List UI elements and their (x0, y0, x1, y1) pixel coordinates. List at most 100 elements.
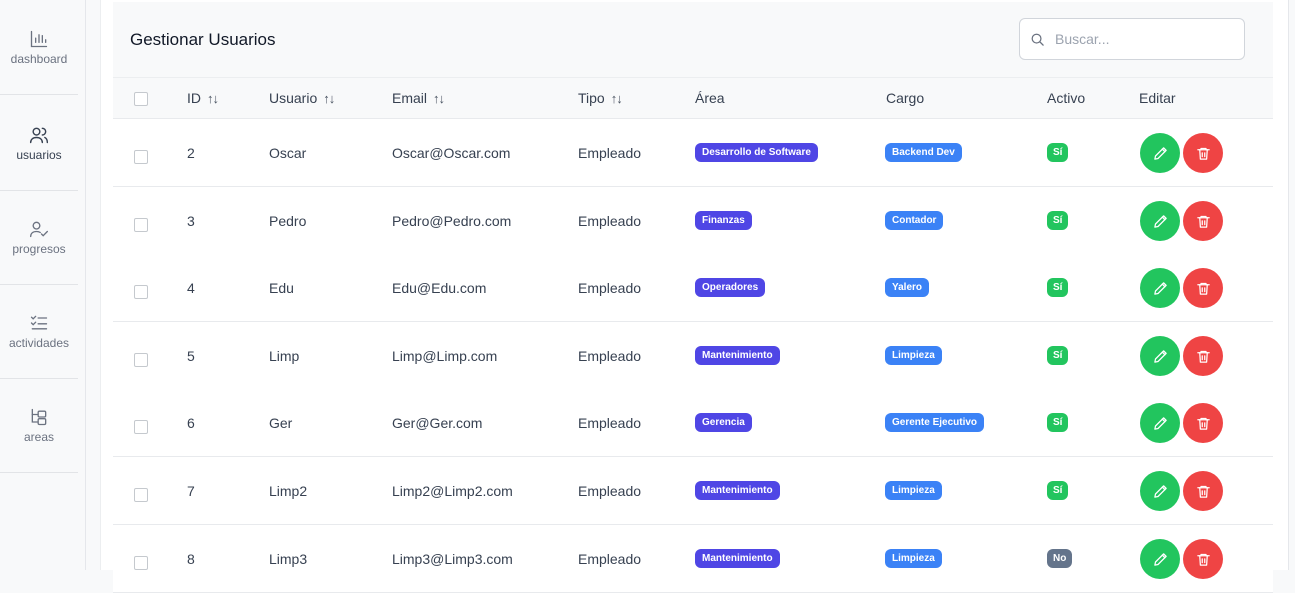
row-checkbox[interactable] (134, 556, 148, 570)
cell-tipo: Empleado (578, 280, 642, 296)
delete-button[interactable] (1183, 403, 1223, 443)
cell-usuario: Ger (269, 415, 293, 431)
cell-email: Edu@Edu.com (392, 280, 487, 296)
status-badge: Sí (1047, 143, 1069, 162)
bar-chart-icon (30, 30, 48, 47)
edit-button[interactable] (1140, 539, 1180, 579)
status-badge: Sí (1047, 278, 1069, 297)
sidebar-item-label: actividades (8, 335, 70, 350)
sidebar-item-usuarios[interactable]: usuarios (0, 96, 78, 191)
cell-email: Limp2@Limp2.com (392, 483, 513, 499)
cell-tipo: Empleado (578, 415, 642, 431)
pencil-icon (1153, 281, 1167, 295)
cell-email: Oscar@Oscar.com (392, 145, 511, 161)
trash-icon (1196, 215, 1210, 228)
delete-button[interactable] (1183, 201, 1223, 241)
cargo-badge: Limpieza (885, 549, 942, 568)
delete-button[interactable] (1183, 471, 1223, 511)
user-check-icon (30, 221, 48, 237)
cell-tipo: Empleado (578, 213, 642, 229)
sidebar-item-label: areas (23, 429, 55, 444)
users-icon (29, 127, 49, 143)
sidebar-item-label: progresos (12, 241, 66, 256)
cell-id: 2 (187, 145, 195, 161)
column-header-usuario[interactable]: Usuario ↑↓ (269, 90, 335, 106)
sidebar-item-label: usuarios (16, 147, 62, 162)
trash-icon (1196, 282, 1210, 295)
sidebar-item-actividades[interactable]: actividades (0, 284, 78, 379)
column-header-id[interactable]: ID ↑↓ (187, 90, 219, 106)
cell-email: Limp3@Limp3.com (392, 551, 513, 567)
pencil-icon (1153, 146, 1167, 160)
row-checkbox[interactable] (134, 150, 148, 164)
edit-button[interactable] (1140, 133, 1180, 173)
cell-email: Ger@Ger.com (392, 415, 483, 431)
delete-button[interactable] (1183, 336, 1223, 376)
cell-usuario: Limp (269, 348, 300, 364)
sidebar-item-progresos[interactable]: progresos (0, 190, 78, 285)
card-header: Gestionar Usuarios (113, 2, 1273, 78)
row-checkbox[interactable] (134, 285, 148, 299)
pencil-icon (1153, 484, 1167, 498)
cell-usuario: Oscar (269, 145, 307, 161)
cell-tipo: Empleado (578, 348, 642, 364)
sort-icon: ↑↓ (207, 90, 219, 106)
edit-button[interactable] (1140, 336, 1180, 376)
cell-email: Limp@Limp.com (392, 348, 498, 364)
pencil-icon (1153, 416, 1167, 430)
status-badge: Sí (1047, 481, 1069, 500)
column-header-tipo[interactable]: Tipo ↑↓ (578, 90, 623, 106)
cell-id: 8 (187, 551, 195, 567)
cargo-badge: Backend Dev (885, 143, 962, 162)
select-all-checkbox[interactable] (134, 92, 148, 106)
area-badge: Finanzas (695, 211, 752, 230)
search-input[interactable] (1053, 30, 1237, 48)
edit-button[interactable] (1140, 268, 1180, 308)
trash-icon (1196, 147, 1210, 160)
delete-button[interactable] (1183, 539, 1223, 579)
search-box[interactable] (1019, 18, 1245, 60)
cell-tipo: Empleado (578, 483, 642, 499)
edit-button[interactable] (1140, 201, 1180, 241)
table-row: 8 Limp3 Limp3@Limp3.com Empleado Mantenimien… (113, 525, 1273, 593)
cell-id: 4 (187, 280, 195, 296)
status-badge: Sí (1047, 211, 1069, 230)
cargo-badge: Gerente Ejecutivo (885, 413, 985, 432)
pencil-icon (1153, 214, 1167, 228)
column-header-area: Área (695, 90, 725, 106)
table-row: 4 Edu Edu@Edu.com Empleado Operadores Yalero S… (113, 254, 1273, 322)
row-checkbox[interactable] (134, 420, 148, 434)
delete-button[interactable] (1183, 268, 1223, 308)
sidebar-item-label: dashboard (10, 51, 68, 66)
cell-id: 3 (187, 213, 195, 229)
row-checkbox[interactable] (134, 353, 148, 367)
column-label: Editar (1139, 90, 1176, 106)
cell-usuario: Pedro (269, 213, 307, 229)
column-header-activo: Activo (1047, 90, 1085, 106)
sort-icon: ↑↓ (433, 90, 445, 106)
cell-id: 5 (187, 348, 195, 364)
sidebar-item-areas[interactable]: areas (0, 378, 78, 473)
delete-button[interactable] (1183, 133, 1223, 173)
table-row: 5 Limp Limp@Limp.com Empleado Mantenimiento L… (113, 322, 1273, 390)
trash-icon (1196, 553, 1210, 566)
cell-usuario: Limp2 (269, 483, 308, 499)
area-badge: Desarrollo de Software (695, 143, 818, 162)
cargo-badge: Limpieza (885, 346, 942, 365)
cell-id: 6 (187, 415, 195, 431)
row-checkbox[interactable] (134, 218, 148, 232)
cargo-badge: Contador (885, 211, 944, 230)
edit-button[interactable] (1140, 471, 1180, 511)
trash-icon (1196, 350, 1210, 363)
row-checkbox[interactable] (134, 488, 148, 502)
column-label: ID (187, 90, 201, 106)
table-row: 3 Pedro Pedro@Pedro.com Empleado Finanzas Con… (113, 187, 1273, 255)
column-header-email[interactable]: Email ↑↓ (392, 90, 445, 106)
column-label: Activo (1047, 90, 1086, 106)
column-label: Tipo (578, 90, 605, 106)
status-badge: Sí (1047, 413, 1069, 432)
area-badge: Mantenimiento (695, 346, 780, 365)
sidebar-item-dashboard[interactable]: dashboard (0, 0, 78, 95)
edit-button[interactable] (1140, 403, 1180, 443)
cargo-badge: Yalero (885, 278, 930, 297)
